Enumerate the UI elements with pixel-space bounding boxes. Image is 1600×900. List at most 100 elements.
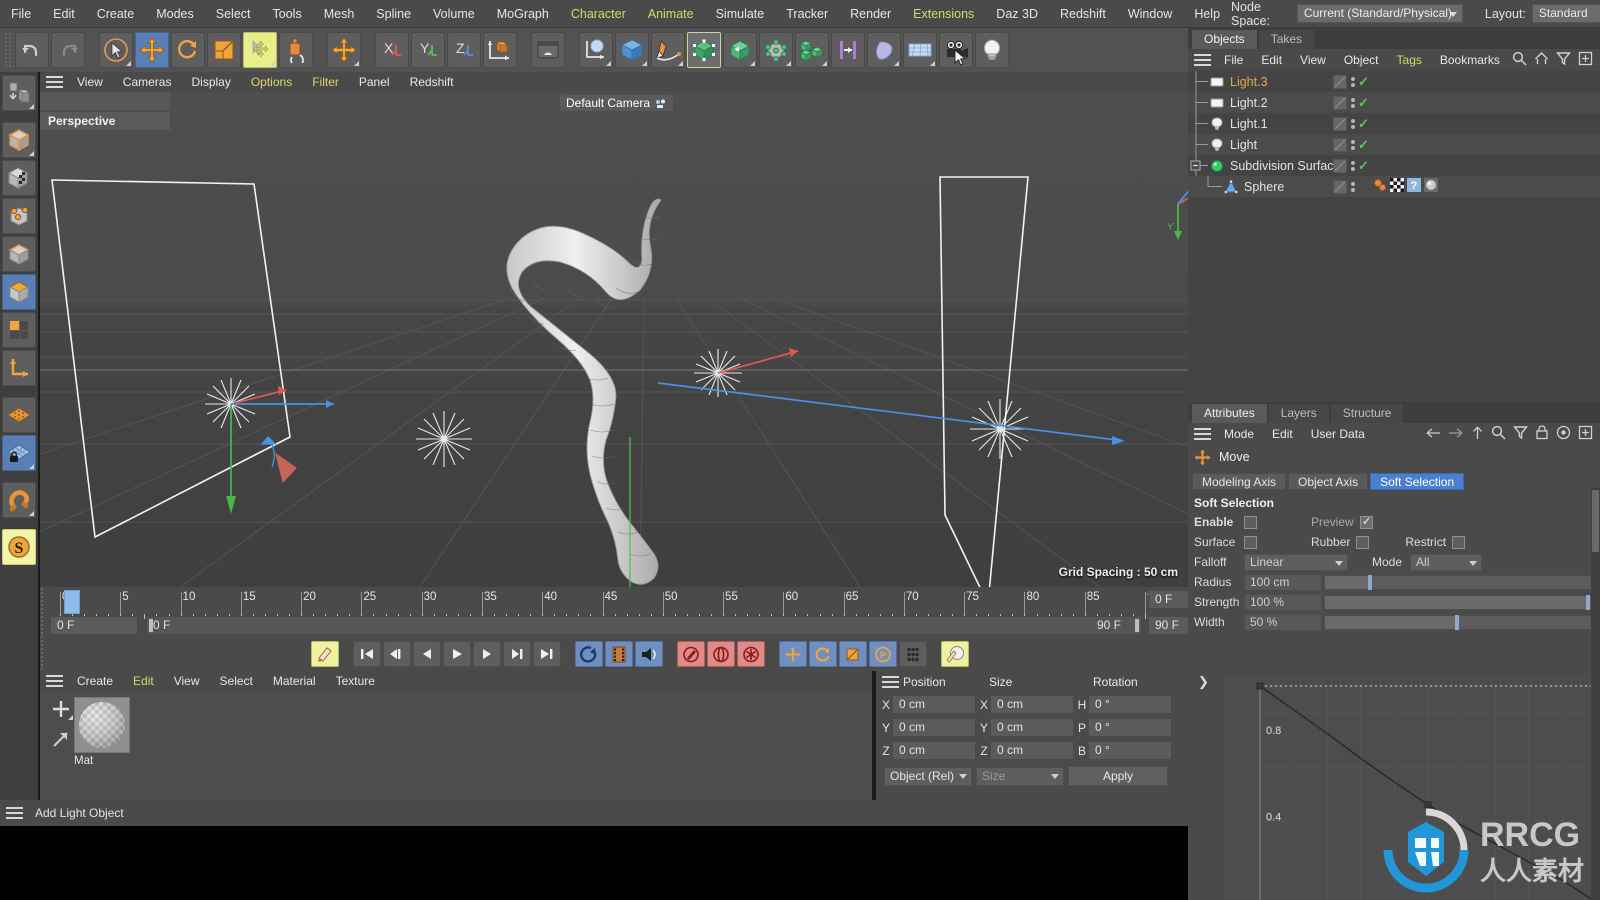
phong-tag[interactable]	[1373, 178, 1387, 195]
coord-field-rotation[interactable]: 0 °	[1088, 741, 1172, 760]
edges-mode-button[interactable]	[2, 236, 36, 272]
material-preview-swatch[interactable]	[74, 697, 130, 753]
redo-button[interactable]	[51, 32, 85, 68]
toolbar-grip[interactable]	[4, 32, 14, 68]
om-menu-file[interactable]: File	[1215, 49, 1252, 71]
visibility-dots[interactable]	[1350, 75, 1355, 89]
step-back-button[interactable]	[413, 641, 441, 667]
menu-item-volume[interactable]: Volume	[422, 0, 486, 28]
lock-x-axis-button[interactable]: X	[375, 32, 409, 68]
frame-rate-button[interactable]	[605, 641, 633, 667]
coord-field-size[interactable]: 0 cm	[990, 741, 1074, 760]
go-to-previous-key-button[interactable]	[383, 641, 411, 667]
surface-checkbox[interactable]	[1244, 535, 1257, 549]
enable-snapping-grid-button[interactable]	[2, 397, 36, 433]
menu-item-tracker[interactable]: Tracker	[775, 0, 839, 28]
parameter-key-button[interactable]: P	[869, 641, 897, 667]
tab-attributes[interactable]: Attributes	[1192, 404, 1267, 423]
object-name-label[interactable]: Light.3	[1230, 75, 1268, 89]
dynamic-place-tool-button[interactable]	[279, 32, 313, 68]
object-row[interactable]: Light.3 ✓	[1188, 71, 1600, 92]
preview-start-field[interactable]: 0 F	[50, 616, 138, 635]
menu-item-edit[interactable]: Edit	[42, 0, 86, 28]
polygons-mode-button[interactable]	[2, 274, 36, 310]
object-manager-list[interactable]: Light.3 ✓ Light.2 ✓ Light.1 ✓ Light ✓ Subdivisio…	[1188, 71, 1600, 420]
material-menu-view[interactable]: View	[164, 671, 210, 691]
menu-item-render[interactable]: Render	[839, 0, 902, 28]
add-floor-environment-button[interactable]	[903, 32, 937, 68]
filter-icon[interactable]	[1556, 51, 1571, 69]
go-to-end-button[interactable]	[533, 641, 561, 667]
tab-takes[interactable]: Takes	[1258, 30, 1315, 49]
material-menu-select[interactable]: Select	[210, 671, 263, 691]
points-mode-button[interactable]	[2, 198, 36, 234]
animation-record-toggle-button[interactable]	[311, 641, 339, 667]
material-tag[interactable]	[1424, 178, 1438, 195]
layer-color-box[interactable]	[1333, 137, 1347, 152]
menu-item-select[interactable]: Select	[205, 0, 262, 28]
undo-button[interactable]	[15, 32, 49, 68]
move-active-tool-button[interactable]	[243, 32, 277, 68]
enabled-check-icon[interactable]: ✓	[1358, 137, 1369, 153]
menu-item-window[interactable]: Window	[1117, 0, 1183, 28]
play-button[interactable]	[443, 641, 471, 667]
at-menu-mode[interactable]: Mode	[1215, 423, 1263, 445]
target-icon[interactable]	[1556, 425, 1571, 443]
unknown-tag[interactable]: ?	[1407, 178, 1421, 195]
visibility-dots[interactable]	[1350, 159, 1355, 173]
enabled-check-icon[interactable]: ✓	[1358, 158, 1369, 174]
forward-arrow-icon[interactable]	[1448, 426, 1464, 443]
om-menu-tags[interactable]: Tags	[1388, 49, 1431, 71]
plus-box-icon[interactable]	[1578, 51, 1593, 69]
enabled-check-icon[interactable]: ✓	[1358, 116, 1369, 132]
strength-slider[interactable]	[1324, 594, 1592, 610]
rotation-key-button[interactable]	[809, 641, 837, 667]
viewport-hamburger-icon[interactable]	[46, 76, 63, 88]
lock-y-axis-button[interactable]: Y	[411, 32, 445, 68]
add-light-button[interactable]	[975, 32, 1009, 68]
range-left-handle[interactable]	[149, 619, 153, 632]
at-menu-edit[interactable]: Edit	[1263, 423, 1302, 445]
object-row[interactable]: Light.2 ✓	[1188, 92, 1600, 113]
visibility-dots[interactable]	[1350, 138, 1355, 152]
make-editable-button[interactable]	[2, 75, 36, 111]
home-icon[interactable]	[1534, 51, 1549, 69]
radius-slider[interactable]	[1324, 574, 1592, 590]
material-manager-body[interactable]: Mat	[40, 691, 872, 800]
om-menu-view[interactable]: View	[1291, 49, 1335, 71]
mode-tab-modeling-axis[interactable]: Modeling Axis	[1192, 473, 1287, 490]
viewport-menu-display[interactable]: Display	[181, 72, 240, 92]
range-right-handle[interactable]	[1135, 619, 1139, 632]
symmetry-mode-button[interactable]: S	[2, 529, 36, 565]
material-hamburger-icon[interactable]	[46, 675, 63, 687]
magnet-tool-button[interactable]	[2, 482, 36, 518]
layer-color-box[interactable]	[1333, 95, 1347, 110]
tab-structure[interactable]: Structure	[1330, 404, 1404, 423]
om-menu-bookmarks[interactable]: Bookmarks	[1431, 49, 1509, 71]
falloff-select[interactable]: Linear	[1244, 553, 1348, 571]
add-deformer-button[interactable]	[759, 32, 793, 68]
mode-tab-object-axis[interactable]: Object Axis	[1288, 473, 1369, 490]
go-to-next-key-button[interactable]	[503, 641, 531, 667]
viewport-menu-options[interactable]: Options	[241, 72, 302, 92]
layer-color-box[interactable]	[1333, 158, 1347, 173]
material-item[interactable]: Mat	[74, 697, 132, 767]
add-mograph-cloner-button[interactable]	[795, 32, 829, 68]
timeline-range-bar[interactable]: 0 F 90 F	[146, 616, 1142, 635]
live-selection-tool-button[interactable]	[99, 32, 133, 68]
model-mode-button[interactable]	[2, 122, 36, 158]
menu-item-mesh[interactable]: Mesh	[313, 0, 366, 28]
add-subdivision-surface-button[interactable]	[687, 32, 721, 68]
add-mograph-effector-button[interactable]	[831, 32, 865, 68]
object-row[interactable]: Subdivision Surface ✓	[1188, 155, 1600, 176]
width-slider[interactable]	[1324, 614, 1592, 630]
coordinates-apply-button[interactable]: Apply	[1068, 766, 1168, 786]
object-name-label[interactable]: Sphere	[1244, 180, 1284, 194]
menu-item-spline[interactable]: Spline	[365, 0, 422, 28]
layer-color-box[interactable]	[1333, 179, 1347, 194]
menu-item-tools[interactable]: Tools	[262, 0, 313, 28]
material-menu-material[interactable]: Material	[263, 671, 326, 691]
tab-layers[interactable]: Layers	[1268, 404, 1329, 423]
coord-field-position[interactable]: 0 cm	[892, 695, 976, 714]
object-row[interactable]: Light ✓	[1188, 134, 1600, 155]
